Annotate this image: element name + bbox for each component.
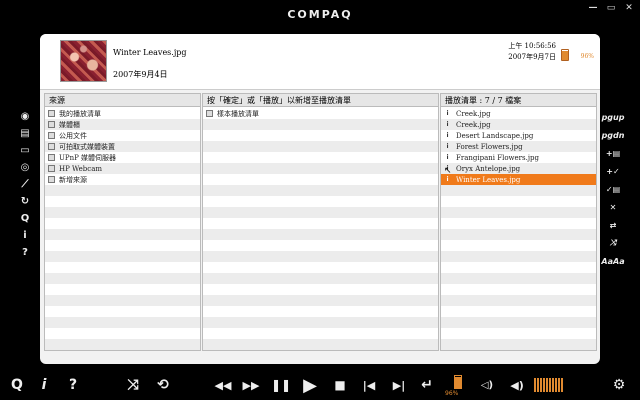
now-playing-header: Winter Leaves.jpg 2007年9月4日 上午 10:56:56 …	[40, 34, 600, 90]
fast-forward-button[interactable]: ▶▶	[240, 375, 262, 395]
pause-button[interactable]: ❚❚	[271, 375, 291, 395]
volume-down-button[interactable]: ◁)	[478, 375, 496, 395]
repeat-button[interactable]: ⟲	[154, 375, 172, 395]
media-library-icon[interactable]: ▤	[15, 126, 35, 141]
main-panel: Winter Leaves.jpg 2007年9月4日 上午 10:56:56 …	[40, 34, 600, 364]
image-file-icon: i	[446, 154, 449, 161]
battery-percent: 96%	[445, 390, 459, 397]
info-button[interactable]: i	[38, 375, 50, 395]
volume-level[interactable]	[534, 378, 564, 392]
sources-header: 來源	[45, 94, 200, 107]
run-icon[interactable]: ⟋	[15, 177, 35, 192]
info-icon[interactable]: i	[15, 228, 35, 243]
right-toolbar: pgup pgdn +▤ +✓ ✓▤ ✕ ⇄ ⤨ AaAa	[598, 109, 628, 269]
shuffle-button[interactable]: ⤨	[124, 375, 142, 395]
list-item[interactable]: i Desert Landscape.jpg	[441, 130, 596, 141]
list-item[interactable]: 公用文件	[45, 130, 200, 141]
battery-icon	[454, 375, 462, 389]
list-item[interactable]: 樣本播放清單	[203, 108, 438, 119]
add-check-icon[interactable]: +✓	[606, 163, 619, 179]
add-to-playlist-icon[interactable]: +▤	[606, 145, 620, 161]
swap-icon[interactable]: ⇄	[610, 217, 617, 233]
list-item[interactable]: HP Webcam	[45, 163, 200, 174]
playlist-icon	[206, 110, 213, 117]
brand-logo: COMPAQ	[287, 8, 353, 21]
help-button[interactable]: ?	[66, 375, 80, 395]
folder-icon	[48, 154, 55, 161]
image-file-icon: i	[446, 132, 449, 139]
current-date: 2007年9月7日	[508, 53, 556, 61]
list-item-selected[interactable]: i Winter Leaves.jpg	[441, 174, 596, 185]
list-item[interactable]: i Oryx Antelope.jpg	[441, 163, 596, 174]
folder-icon	[48, 176, 55, 183]
battery-percent: 96%	[580, 53, 594, 60]
back-button[interactable]: ↵	[418, 375, 436, 395]
list-item[interactable]: i Forest Flowers.jpg	[441, 141, 596, 152]
left-toolbar: ◉ ▤ ▭ ◎ ⟋ ↻ Q i ?	[15, 109, 35, 260]
sources-list: 我的播放清單 媒體櫃 公用文件 可拍取式媒體裝置 UPnP 媒體伺服器 HP W…	[45, 108, 200, 350]
mouse-cursor-icon: ↖	[444, 166, 452, 176]
image-file-icon: i	[446, 121, 449, 128]
image-file-icon: i	[446, 110, 449, 117]
shuffle-list-icon[interactable]: ⤨	[610, 235, 616, 251]
playlists-column: 按「確定」或「播放」以新增至播放清單 樣本播放清單	[202, 93, 439, 351]
image-file-icon: i	[446, 176, 449, 183]
folder-icon	[48, 110, 55, 117]
disc-icon[interactable]: ◉	[15, 109, 35, 124]
list-item[interactable]: 我的播放清單	[45, 108, 200, 119]
rewind-button[interactable]: ◀◀	[212, 375, 234, 395]
gamepad-icon[interactable]: ◎	[15, 160, 35, 175]
folder-icon	[48, 165, 55, 172]
folder-icon	[48, 132, 55, 139]
play-button[interactable]: ▶	[300, 375, 320, 396]
list-item[interactable]: 媒體櫃	[45, 119, 200, 130]
media-title: Winter Leaves.jpg	[113, 48, 187, 57]
stop-button[interactable]: ■	[332, 375, 348, 395]
thumbnail-image	[60, 40, 107, 82]
folder-icon	[48, 143, 55, 150]
next-button[interactable]: ▶|	[390, 375, 408, 395]
refresh-icon[interactable]: ↻	[15, 194, 35, 209]
queue-header: 播放清單 : 7 / 7 檔案	[441, 94, 596, 107]
list-item[interactable]: i Creek.jpg	[441, 108, 596, 119]
text-size-icon[interactable]: AaAa	[601, 253, 624, 269]
help-icon[interactable]: ?	[15, 245, 35, 260]
list-item[interactable]: 新增來源	[45, 174, 200, 185]
list-item[interactable]: UPnP 媒體伺服器	[45, 152, 200, 163]
list-item[interactable]: i Frangipani Flowers.jpg	[441, 152, 596, 163]
sources-column: 來源 我的播放清單 媒體櫃 公用文件 可拍取式媒體裝置 UPnP 媒體伺服器 H…	[44, 93, 201, 351]
image-file-icon: i	[446, 143, 449, 150]
remove-icon[interactable]: ✕	[610, 199, 617, 215]
queue-list: i Creek.jpg i Creek.jpg i Desert Landscape.…	[441, 108, 596, 350]
settings-button[interactable]: ⚙	[608, 375, 630, 395]
folder-icon	[48, 121, 55, 128]
list-item[interactable]: 可拍取式媒體裝置	[45, 141, 200, 152]
page-up-button[interactable]: pgup	[602, 109, 625, 125]
playlists-list: 樣本播放清單	[203, 108, 438, 350]
previous-button[interactable]: |◀	[360, 375, 378, 395]
search-icon[interactable]: Q	[15, 211, 35, 226]
media-date: 2007年9月4日	[113, 70, 168, 79]
playlists-header: 按「確定」或「播放」以新增至播放清單	[203, 94, 438, 107]
tv-icon[interactable]: ▭	[15, 143, 35, 158]
list-item[interactable]: i Creek.jpg	[441, 119, 596, 130]
page-down-button[interactable]: pgdn	[602, 127, 625, 143]
battery-icon	[561, 49, 569, 61]
clock: 上午 10:56:56	[508, 42, 556, 50]
check-list-icon[interactable]: ✓▤	[606, 181, 620, 197]
queue-column: 播放清單 : 7 / 7 檔案 i Creek.jpg i Creek.jpg iD…	[440, 93, 597, 351]
volume-up-button[interactable]: ◀)	[508, 375, 526, 395]
search-button[interactable]: Q	[10, 375, 24, 395]
